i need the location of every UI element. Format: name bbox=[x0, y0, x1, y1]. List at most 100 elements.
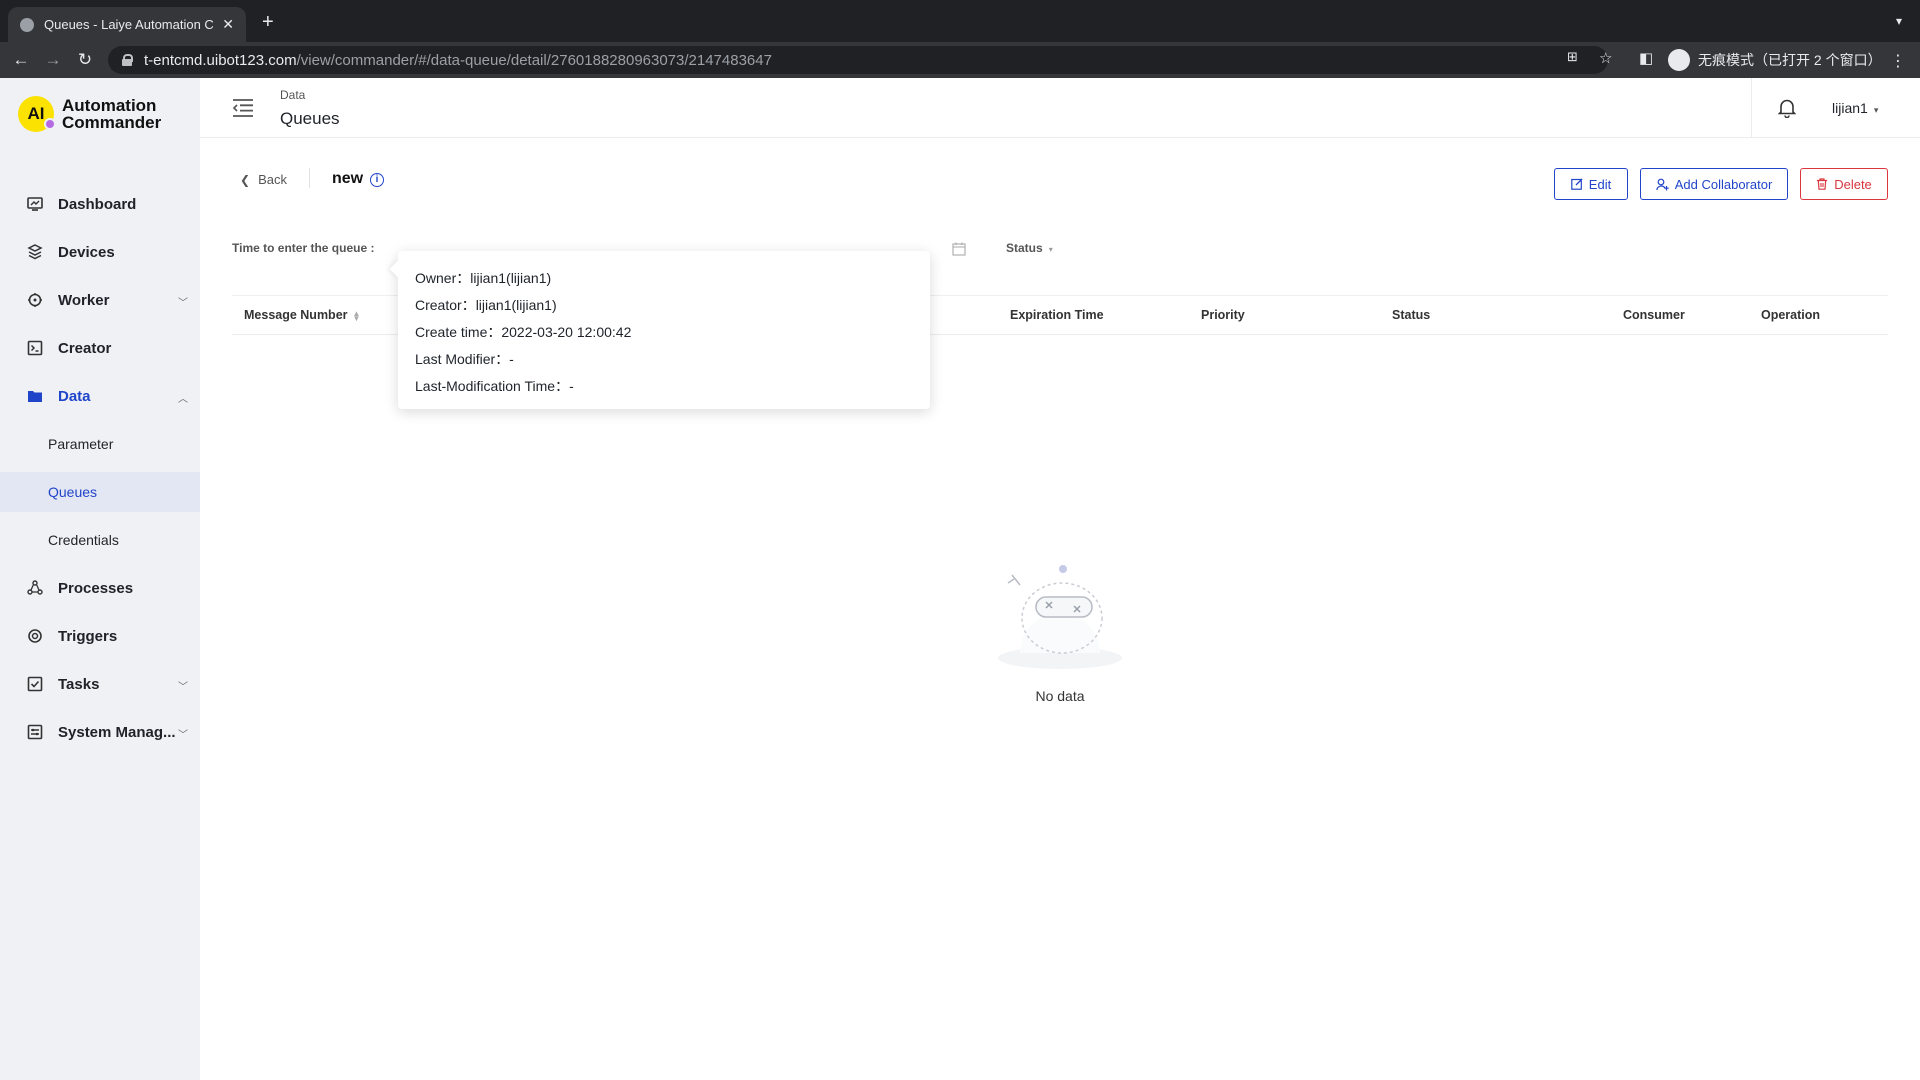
last-modification-time-label: Last-Modification Time： bbox=[415, 378, 570, 394]
edit-icon bbox=[1570, 178, 1583, 190]
chevron-down-icon: ▾ bbox=[1048, 245, 1053, 254]
browser-toolbar: ← → ↻ t-entcmd.uibot123.com/view/command… bbox=[0, 42, 1920, 78]
sidebar-subitem-label: Credentials bbox=[48, 532, 119, 548]
create-time-label: Create time： bbox=[415, 324, 502, 340]
create-time-row: Create time：2022-03-20 12:00:42 bbox=[415, 319, 913, 346]
bell-icon[interactable] bbox=[1777, 98, 1797, 119]
address-bar[interactable]: t-entcmd.uibot123.com/view/commander/#/d… bbox=[108, 46, 1608, 74]
last-modification-time-row: Last-Modification Time：- bbox=[415, 373, 913, 400]
collapse-menu-icon[interactable] bbox=[232, 98, 254, 118]
edit-button[interactable]: Edit bbox=[1554, 168, 1628, 200]
empty-state: No data bbox=[980, 563, 1140, 704]
creator-row: Creator：lijian1(lijian1) bbox=[415, 292, 913, 319]
sidebar-item-tasks[interactable]: Tasks ﹀ bbox=[0, 660, 200, 708]
sidebar-item-creator[interactable]: Creator bbox=[0, 324, 200, 372]
column-header-label: Message Number bbox=[244, 308, 348, 322]
lock-icon bbox=[122, 54, 133, 66]
sidebar-item-label: Devices bbox=[58, 243, 115, 261]
sidebar-item-label: Data bbox=[58, 387, 91, 405]
last-modification-time-value: - bbox=[569, 378, 574, 394]
globe-icon bbox=[20, 17, 34, 32]
column-header-consumer: Consumer bbox=[1623, 308, 1685, 322]
last-modifier-row: Last Modifier：- bbox=[415, 346, 913, 373]
incognito-icon bbox=[1668, 49, 1690, 71]
sidebar-subitem-parameter[interactable]: Parameter bbox=[0, 424, 200, 464]
tab-search-icon[interactable]: ▾ bbox=[1896, 14, 1902, 28]
divider bbox=[309, 168, 310, 188]
logo-line-2: Commander bbox=[62, 113, 162, 132]
create-time-value: 2022-03-20 12:00:42 bbox=[501, 324, 632, 340]
column-header-priority: Priority bbox=[1201, 308, 1245, 322]
chevron-down-icon: ﹀ bbox=[178, 682, 188, 693]
sidebar-subitem-label: Parameter bbox=[48, 436, 114, 452]
tasks-icon bbox=[26, 675, 44, 693]
owner-label: Owner： bbox=[415, 270, 471, 286]
column-header-message-number[interactable]: Message Number ▲ ▼ bbox=[244, 308, 360, 322]
column-header-expiration-time: Expiration Time bbox=[1010, 308, 1104, 322]
url-host: t-entcmd.uibot123.com bbox=[144, 51, 297, 69]
bookmark-star-icon[interactable]: ☆ bbox=[1599, 49, 1612, 67]
logo-text: Automation Commander bbox=[62, 97, 161, 131]
add-collaborator-button[interactable]: Add Collaborator bbox=[1640, 168, 1788, 200]
sidebar-item-label: Tasks bbox=[58, 675, 100, 693]
side-panel-icon[interactable]: ◧ bbox=[1639, 49, 1653, 67]
close-tab-icon[interactable]: ✕ bbox=[222, 16, 234, 33]
browser-tab-bar: Queues - Laiye Automation Co ✕ + ▾ bbox=[0, 0, 1920, 42]
chevron-down-icon: ﹀ bbox=[178, 730, 188, 741]
sidebar-item-devices[interactable]: Devices bbox=[0, 228, 200, 276]
sidebar-item-dashboard[interactable]: Dashboard bbox=[0, 180, 200, 228]
sidebar-item-label: Triggers bbox=[58, 627, 118, 645]
sidebar-item-triggers[interactable]: Triggers bbox=[0, 612, 200, 660]
creator-icon bbox=[26, 339, 44, 357]
sidebar-item-processes[interactable]: Processes bbox=[0, 564, 200, 612]
sidebar-subitem-credentials[interactable]: Credentials bbox=[0, 520, 200, 560]
sidebar-item-data[interactable]: Data ︿ bbox=[0, 372, 200, 420]
column-header-operation: Operation bbox=[1761, 308, 1821, 322]
incognito-indicator[interactable]: 无痕模式（已打开 2 个窗口） bbox=[1668, 47, 1882, 73]
sidebar-subitem-label: Queues bbox=[48, 484, 98, 500]
username: lijian1 bbox=[1832, 100, 1868, 116]
breadcrumb-parent[interactable]: Data bbox=[280, 88, 305, 102]
user-menu[interactable]: lijian1 ▾ bbox=[1832, 100, 1878, 116]
translate-icon[interactable]: ⊞ bbox=[1567, 49, 1578, 65]
browser-menu-icon[interactable]: ⋮ bbox=[1890, 51, 1906, 71]
calendar-icon[interactable] bbox=[952, 242, 966, 256]
worker-icon bbox=[26, 291, 44, 309]
reload-icon[interactable]: ↻ bbox=[74, 49, 96, 71]
sidebar-item-label: Creator bbox=[58, 339, 112, 357]
devices-icon bbox=[26, 243, 44, 261]
browser-tab[interactable]: Queues - Laiye Automation Co ✕ bbox=[8, 7, 246, 42]
data-folder-icon bbox=[26, 387, 44, 405]
add-collaborator-label: Add Collaborator bbox=[1674, 176, 1773, 192]
incognito-label: 无痕模式（已打开 2 个窗口） bbox=[1698, 52, 1882, 68]
logo-dot bbox=[44, 118, 56, 130]
logo-mark: AI bbox=[18, 96, 56, 132]
sidebar-item-system-management[interactable]: System Manag... ﹀ bbox=[0, 708, 200, 756]
processes-icon bbox=[26, 579, 44, 597]
sidebar-item-label: System Manag... bbox=[58, 723, 176, 741]
sidebar-item-label: Processes bbox=[58, 579, 134, 597]
forward-arrow-icon[interactable]: → bbox=[42, 49, 64, 71]
trash-icon bbox=[1816, 178, 1828, 190]
top-bar: Data Queues lijian1 ▾ bbox=[200, 78, 1920, 138]
logo[interactable]: AI Automation Commander bbox=[18, 96, 161, 132]
sort-icon[interactable]: ▲ ▼ bbox=[353, 309, 361, 322]
back-link[interactable]: ❮ Back bbox=[240, 172, 287, 187]
sidebar-subitem-queues[interactable]: Queues bbox=[0, 472, 200, 512]
chevron-left-icon: ❮ bbox=[240, 172, 251, 187]
owner-value: lijian1(lijian1) bbox=[470, 270, 552, 286]
tab-title: Queues - Laiye Automation Co bbox=[44, 17, 215, 32]
triggers-icon bbox=[26, 627, 44, 645]
queue-info-popover: Owner：lijian1(lijian1) Creator：lijian1(l… bbox=[398, 251, 930, 409]
queue-name: new bbox=[332, 170, 364, 187]
page-title: Queues bbox=[280, 109, 340, 128]
new-tab-icon[interactable]: + bbox=[262, 12, 274, 32]
add-user-icon bbox=[1655, 178, 1669, 191]
sidebar-item-worker[interactable]: Worker ﹀ bbox=[0, 276, 200, 324]
back-arrow-icon[interactable]: ← bbox=[10, 49, 32, 71]
column-header-status: Status bbox=[1392, 308, 1431, 322]
app: AI Automation Commander Dashboard Device… bbox=[0, 78, 1920, 1080]
status-filter[interactable]: Status ▾ bbox=[1006, 241, 1053, 255]
info-icon[interactable]: i bbox=[370, 173, 384, 187]
delete-button[interactable]: Delete bbox=[1800, 168, 1888, 200]
